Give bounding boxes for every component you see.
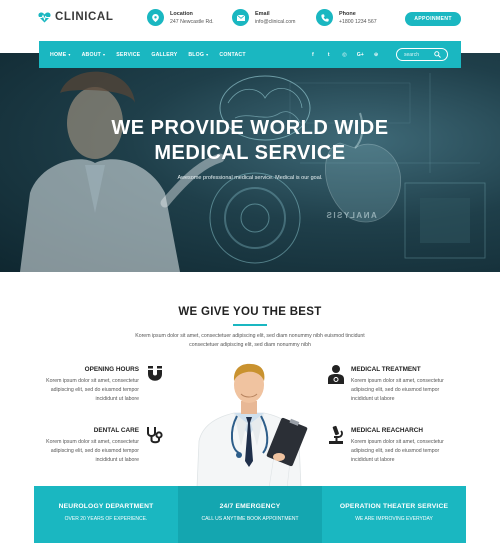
band-subtitle: WE ARE IMPROVING EVERYDAY [355, 516, 433, 522]
instagram-icon[interactable]: ◎ [337, 52, 353, 58]
section-description: Korem ipsum dolor sit amet, consectetuer… [110, 332, 390, 350]
feature-title: OPENING HOURS [84, 366, 139, 373]
map-pin-icon [147, 9, 164, 26]
nav-label-about: ABOUT [81, 51, 102, 58]
envelope-icon [232, 9, 249, 26]
phone-title: Phone [339, 10, 356, 17]
email-info: Email info@clinical.com [232, 9, 295, 26]
feature-desc-line-2: adipiscing elit, sed do eiusmod tempor [351, 387, 440, 393]
feature-desc-line-2: adipiscing elit, sed do eiusmod tempor [351, 448, 440, 454]
section-title: WE GIVE YOU THE BEST [178, 306, 322, 318]
section-description-line-2: consectetuer adipiscing elit, sed diam n… [189, 342, 311, 348]
hero-title-line-2: MEDICAL SERVICE [154, 142, 346, 164]
main-nav: HOME ▾ ABOUT ▾ SERVICE GALLERY BLOG ▾ CONTA… [39, 41, 461, 68]
feature-desc-line-1: Korem ipsum dolor sit amet, consectetur [351, 439, 444, 445]
chevron-down-icon: ▾ [103, 52, 106, 57]
feature-dental-care: DENTAL CARE Korem ipsum dolor sit amet, … [0, 427, 139, 465]
nav-item-about[interactable]: ABOUT ▾ [82, 52, 106, 58]
nav-item-home[interactable]: HOME ▾ [50, 52, 71, 58]
feature-medical-treatment: MEDICAL TREATMENT Korem ipsum dolor sit … [351, 366, 491, 404]
nav-item-blog[interactable]: BLOG ▾ [188, 52, 208, 58]
feature-desc-line-3: incididunt ut labore [351, 396, 395, 402]
section-description-line-1: Korem ipsum dolor sit amet, consectetuer… [135, 333, 365, 339]
site-logo[interactable]: CLINICAL [38, 11, 113, 23]
feature-desc-line-1: Korem ipsum dolor sit amet, consectetur [46, 378, 139, 384]
twitter-icon[interactable]: t [321, 52, 337, 58]
nav-item-service[interactable]: SERVICE [116, 52, 140, 58]
search-icon[interactable] [434, 51, 441, 58]
email-title: Email [255, 10, 270, 17]
doctor-illustration [196, 363, 308, 488]
hero-subtitle: Awesome professional medical service. Me… [177, 175, 323, 181]
feature-desc-line-2: adipiscing elit, sed do eiusmod tempor [50, 387, 139, 393]
search-placeholder: search [404, 51, 420, 58]
title-underline [233, 324, 267, 326]
microscope-icon [329, 425, 343, 444]
feature-title: DENTAL CARE [93, 427, 139, 434]
nav-label-gallery: GALLERY [151, 51, 178, 58]
band-subtitle: CALL US ANYTIME BOOK APPOINTMENT [201, 516, 299, 522]
feature-opening-hours: OPENING HOURS Korem ipsum dolor sit amet… [0, 366, 139, 404]
feature-desc-line-3: incididunt ut labore [95, 396, 139, 402]
email-value[interactable]: info@clinical.com [255, 18, 295, 26]
doctor-icon [328, 365, 344, 384]
band-subtitle: OVER 20 YEARS OF EXPERIENCE. [64, 516, 148, 522]
feature-desc-line-2: adipiscing elit, sed do eiusmod tempor [50, 448, 139, 454]
feature-desc-line-3: incididunt ut labore [95, 457, 139, 463]
band-neurology[interactable]: NEUROLOGY DEPARTMENT OVER 20 YEARS OF EX… [34, 486, 178, 543]
nav-label-home: HOME [50, 51, 67, 58]
band-title: OPERATION THEATER SERVICE [339, 503, 449, 510]
band-title: NEUROLOGY DEPARTMENT [58, 503, 154, 510]
hero-title: WE PROVIDE WORLD WIDE MEDICAL SERVICE [0, 116, 500, 166]
nav-label-blog: BLOG [188, 51, 205, 58]
google-plus-icon[interactable]: G+ [352, 52, 368, 58]
nav-label-contact: CONTACT [219, 51, 246, 58]
stethoscope-icon [147, 427, 163, 444]
phone-info: Phone +1800 1234 567 [316, 9, 377, 26]
magnet-icon [148, 366, 162, 381]
chevron-down-icon: ▾ [206, 52, 209, 57]
feature-desc-line-3: incididunt ut labore [351, 457, 395, 463]
feature-desc-line-1: Korem ipsum dolor sit amet, consectetur [351, 378, 444, 384]
location-title: Location [170, 10, 193, 17]
phone-value[interactable]: +1800 1234 567 [339, 18, 377, 26]
hero-banner: ANALYSIS WE PROVIDE WORLD WIDE MEDICAL S… [0, 53, 500, 272]
heart-pulse-icon [38, 12, 51, 22]
nav-item-contact[interactable]: CONTACT [219, 52, 245, 58]
location-info: Location 247 Newcastle Rd. [147, 9, 214, 26]
appointment-button[interactable]: APPOINMENT [405, 12, 461, 26]
phone-icon [316, 9, 333, 26]
hero-overlay-text: ANALYSIS [325, 211, 377, 220]
location-value: 247 Newcastle Rd. [170, 18, 214, 25]
dribbble-icon[interactable]: ⊕ [368, 52, 384, 58]
facebook-icon[interactable]: f [305, 52, 321, 58]
band-operation-theater[interactable]: OPERATION THEATER SERVICE WE ARE IMPROVI… [322, 486, 466, 543]
band-title: 24/7 EMERGENCY [219, 503, 281, 510]
feature-title: MEDICAL TREATMENT [351, 366, 421, 373]
logo-text: CLINICAL [55, 11, 114, 23]
band-emergency[interactable]: 24/7 EMERGENCY CALL US ANYTIME BOOK APPO… [178, 486, 322, 543]
social-links: f t ◎ G+ ⊕ [305, 41, 384, 68]
nav-item-gallery[interactable]: GALLERY [151, 52, 177, 58]
chevron-down-icon: ▾ [68, 52, 71, 57]
feature-desc-line-1: Korem ipsum dolor sit amet, consectetur [46, 439, 139, 445]
nav-label-service: SERVICE [116, 51, 141, 58]
hero-title-line-1: WE PROVIDE WORLD WIDE [111, 117, 389, 139]
feature-medical-research: MEDICAL REACHARCH Korem ipsum dolor sit … [351, 427, 491, 465]
search-input[interactable]: search [396, 48, 448, 61]
top-header: CLINICAL Location 247 Newcastle Rd. Emai… [0, 0, 500, 40]
feature-title: MEDICAL REACHARCH [351, 427, 423, 434]
